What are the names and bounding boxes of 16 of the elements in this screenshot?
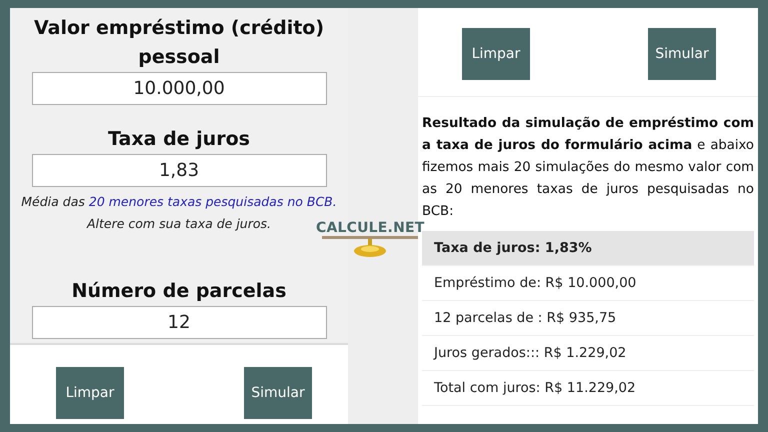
input-field[interactable]: 12	[32, 306, 326, 339]
clear-button[interactable]: Limpar	[462, 28, 530, 80]
rate-header-row: Taxa de juros: 1,83%	[422, 231, 754, 266]
field-label: Taxa de juros	[107, 127, 251, 152]
input-field[interactable]: 10.000,00	[32, 72, 326, 105]
note-text: Altere com sua taxa de juros.	[86, 215, 271, 234]
simulate-button[interactable]: Simular	[244, 367, 312, 419]
note-text: Média das 20 menores taxas pesquisadas no BCB.	[21, 193, 337, 212]
logo-text: CALCULE.NET	[316, 220, 425, 236]
field-label: Número de parcelas	[70, 279, 288, 304]
field-label: Valor empréstimo (crédito) pessoal	[32, 16, 326, 70]
clear-button[interactable]: Limpar	[56, 367, 124, 419]
simulate-button[interactable]: Simular	[648, 28, 716, 80]
bcb-link[interactable]: 20 menores taxas pesquisadas no BCB.	[88, 194, 337, 210]
result-text: Resultado da simulação de empréstimo com a taxa de juros do formulário acima e abaixo fizemos mais 20 simulações do mesmo valor com as 20 menores taxas de juros pesquisadas no BCB:	[422, 115, 754, 221]
input-field[interactable]: 1,83	[32, 154, 326, 188]
